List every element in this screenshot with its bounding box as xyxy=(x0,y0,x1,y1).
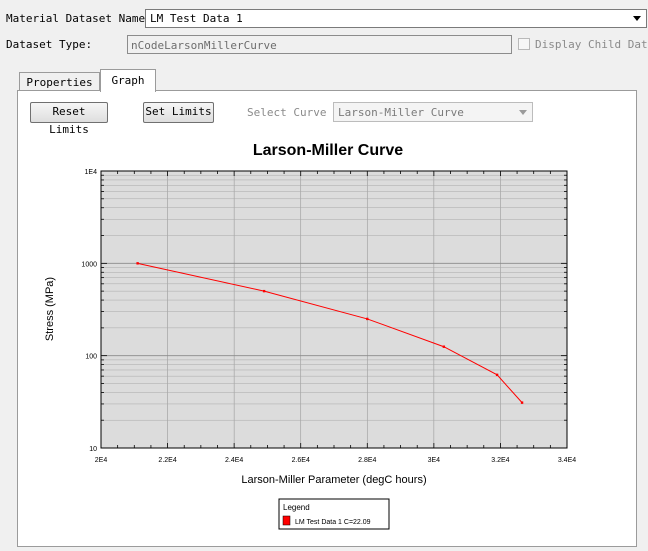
chart-title: Larson-Miller Curve xyxy=(253,142,403,159)
data-point xyxy=(495,373,499,377)
x-tick-label: 2E4 xyxy=(95,457,108,464)
y-tick-label: 1000 xyxy=(81,261,97,268)
y-tick-label: 1E4 xyxy=(85,169,98,176)
y-tick-label: 100 xyxy=(85,354,97,361)
data-point xyxy=(262,289,266,293)
tab-graph[interactable]: Graph xyxy=(100,69,156,92)
x-axis-label: Larson-Miller Parameter (degC hours) xyxy=(241,474,426,486)
x-tick-label: 2.2E4 xyxy=(158,457,176,464)
legend-entry-label: LM Test Data 1 C=22.09 xyxy=(295,519,371,526)
x-tick-label: 3E4 xyxy=(428,457,441,464)
data-point xyxy=(520,401,524,404)
y-tick-labels: 10 100 1000 1E4 xyxy=(81,169,97,453)
x-tick-label: 2.6E4 xyxy=(292,457,310,464)
x-tick-label: 3.2E4 xyxy=(491,457,509,464)
data-point xyxy=(442,345,446,348)
x-tick-label: 2.4E4 xyxy=(225,457,243,464)
legend-swatch xyxy=(282,515,291,526)
x-tick-labels: 2E4 2.2E4 2.4E4 2.6E4 2.8E4 3E4 3.2E4 3.4E4 xyxy=(95,457,576,464)
x-tick-label: 3.4E4 xyxy=(558,457,576,464)
tab-graph-label: Graph xyxy=(111,74,145,87)
y-axis-label: Stress (MPa) xyxy=(44,277,56,341)
x-tick-label: 2.8E4 xyxy=(358,457,376,464)
data-point xyxy=(366,317,369,321)
data-point xyxy=(136,262,139,265)
legend-title: Legend xyxy=(283,503,310,512)
larson-miller-chart: Larson-Miller Curve 2E4 2.2E4 2.4E4 2.6E4 2.… xyxy=(44,142,576,530)
y-tick-label: 10 xyxy=(89,446,97,453)
